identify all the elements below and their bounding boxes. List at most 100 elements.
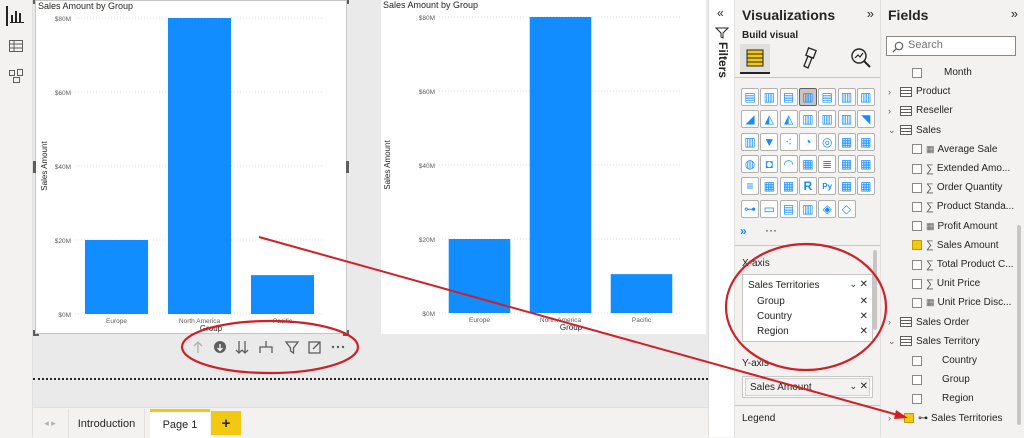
y-axis-well[interactable]: Sales Amount ⌄ ✕	[742, 376, 873, 398]
bar-pacific[interactable]	[250, 275, 315, 314]
bar-north-america[interactable]	[529, 17, 592, 313]
checkbox[interactable]	[912, 240, 922, 251]
resize-handle[interactable]	[33, 161, 36, 173]
checkbox[interactable]	[912, 393, 922, 404]
remove-level-icon[interactable]: ✕	[860, 326, 868, 337]
column-icon[interactable]: ▥	[741, 132, 759, 151]
funnel-icon[interactable]: ▼	[760, 132, 779, 151]
checkbox[interactable]	[912, 201, 922, 212]
more-options-icon[interactable]	[331, 345, 345, 349]
matrix-icon[interactable]: ▦	[779, 177, 798, 196]
checkbox[interactable]	[912, 144, 922, 155]
stacked-bar-icon[interactable]: ▤	[741, 88, 759, 106]
filled-map-icon[interactable]: ◘	[760, 154, 779, 173]
collapse-right-icon[interactable]: »	[867, 6, 874, 21]
bar-north-america[interactable]	[167, 18, 232, 314]
chevron-down-icon[interactable]: ⌄	[849, 381, 857, 392]
pie-icon[interactable]: ◔	[798, 132, 817, 151]
scrollbar[interactable]	[1017, 225, 1021, 425]
checkbox[interactable]	[912, 182, 922, 193]
scatter-icon[interactable]: ⁖	[779, 132, 798, 151]
bar-chart-visual-left[interactable]: Sales Amount by Group Sales Amount Group…	[33, 0, 349, 336]
waterfall-icon[interactable]: ▥	[837, 110, 856, 129]
field-row-month[interactable]: Month	[881, 63, 1021, 82]
donut-icon[interactable]: ◎	[818, 132, 837, 151]
checkbox[interactable]	[912, 355, 922, 366]
remove-level-icon[interactable]: ✕	[860, 296, 868, 307]
ribbon-icon[interactable]: ▥	[818, 110, 837, 129]
table-row-sales[interactable]: ⌄ Sales	[881, 121, 1021, 140]
scrollbar[interactable]	[873, 250, 877, 330]
gauge-icon[interactable]: ◠	[779, 154, 798, 173]
multi-row-card-icon[interactable]: ≣	[818, 154, 837, 173]
field-row[interactable]: ▦ Profit Amount	[881, 217, 1021, 236]
stacked-area-icon[interactable]: ◭	[760, 110, 779, 129]
report-view-icon[interactable]	[6, 6, 26, 26]
expand-all-down-icon[interactable]	[235, 341, 249, 354]
checkbox[interactable]	[912, 297, 922, 308]
chevron-right-double-icon[interactable]: »	[740, 224, 756, 238]
data-view-icon[interactable]	[6, 36, 26, 56]
focus-mode-icon[interactable]	[308, 341, 321, 354]
smart-narrative-icon[interactable]: ▭	[760, 199, 779, 218]
field-row[interactable]: ∑ Unit Price	[881, 274, 1021, 293]
drill-up-icon[interactable]	[193, 341, 203, 353]
field-row[interactable]: ∑ Order Quantity	[881, 178, 1021, 197]
add-page-button[interactable]: +	[211, 411, 241, 435]
r-visual-icon[interactable]: R	[798, 177, 817, 196]
power-automate-icon[interactable]: ◈	[818, 199, 837, 218]
treemap-icon[interactable]: ▦	[837, 132, 856, 151]
remove-field-icon[interactable]: ✕	[860, 381, 868, 392]
field-row[interactable]: ▦ Unit Price Disc...	[881, 293, 1021, 312]
more-visuals-icon[interactable]: ···	[765, 223, 777, 237]
map-icon[interactable]: ▦	[856, 132, 875, 151]
field-row[interactable]: ▦ Average Sale	[881, 140, 1021, 159]
python-visual-icon[interactable]: Py	[818, 177, 837, 196]
build-visual-tab-icon[interactable]	[740, 44, 770, 74]
checkbox[interactable]	[912, 67, 922, 78]
kpi-icon[interactable]: ▦	[837, 154, 856, 173]
hierarchy-row-sales-territories[interactable]: › ⊶ Sales Territories	[881, 409, 1021, 428]
chevron-down-icon[interactable]: ⌄	[888, 125, 898, 136]
field-row[interactable]: ∑ Product Standa...	[881, 197, 1021, 216]
power-apps-icon[interactable]: ▥	[798, 199, 817, 218]
line-chart-icon[interactable]: ▥	[856, 88, 875, 106]
more-icon[interactable]: ◇	[837, 199, 856, 218]
chevron-down-icon[interactable]: ⌄	[849, 279, 857, 290]
x-axis-well[interactable]: Sales Territories ⌄ ✕ Group ✕ Country ✕ …	[742, 274, 873, 342]
qa-visual-icon[interactable]: ⊶	[741, 199, 759, 218]
clustered-bar-icon[interactable]: ▤	[779, 88, 798, 106]
analytics-magnifier-icon[interactable]	[849, 46, 873, 70]
chevron-right-icon[interactable]: ›	[888, 87, 898, 97]
table-row-sales-order[interactable]: › Sales Order	[881, 313, 1021, 332]
table-icon[interactable]: ≡	[741, 177, 759, 196]
slicer-icon[interactable]: ▦	[856, 154, 875, 173]
format-visual-paintbrush-icon[interactable]	[798, 46, 822, 70]
checkbox[interactable]	[912, 278, 922, 289]
chevron-right-icon[interactable]: ›	[888, 106, 898, 116]
tab-page-1[interactable]: Page 1	[150, 409, 210, 438]
bar-pacific[interactable]	[610, 274, 673, 313]
search-input[interactable]	[908, 39, 1008, 51]
field-row[interactable]: Region	[881, 389, 1021, 408]
table-row-reseller[interactable]: › Reseller	[881, 101, 1021, 120]
field-row[interactable]: Country	[881, 351, 1021, 370]
bar-europe[interactable]	[448, 239, 511, 313]
area-chart-icon[interactable]: ◢	[741, 110, 759, 129]
collapse-right-icon[interactable]: »	[1011, 6, 1018, 21]
field-row[interactable]: Group	[881, 370, 1021, 389]
fields-search-box[interactable]	[886, 36, 1016, 56]
clustered-column-icon[interactable]: ▥	[798, 88, 817, 106]
checkbox[interactable]	[912, 163, 922, 174]
line-clustered-icon[interactable]: ▥	[798, 110, 817, 129]
bar-chart-visual-right[interactable]: Sales Amount by Group Sales Amount Group…	[381, 0, 706, 334]
checkbox[interactable]	[912, 259, 922, 270]
decomposition-tree-icon[interactable]: ▦	[856, 177, 875, 196]
expand-hierarchy-icon[interactable]	[259, 341, 273, 353]
remove-level-icon[interactable]: ✕	[860, 311, 868, 322]
bar-europe[interactable]	[84, 240, 149, 314]
table-visual-icon[interactable]: ▦	[760, 177, 779, 196]
filter-icon[interactable]	[284, 341, 300, 355]
tab-scroll-arrows[interactable]: ◂ ▸	[35, 409, 65, 438]
checkbox[interactable]	[912, 374, 922, 385]
